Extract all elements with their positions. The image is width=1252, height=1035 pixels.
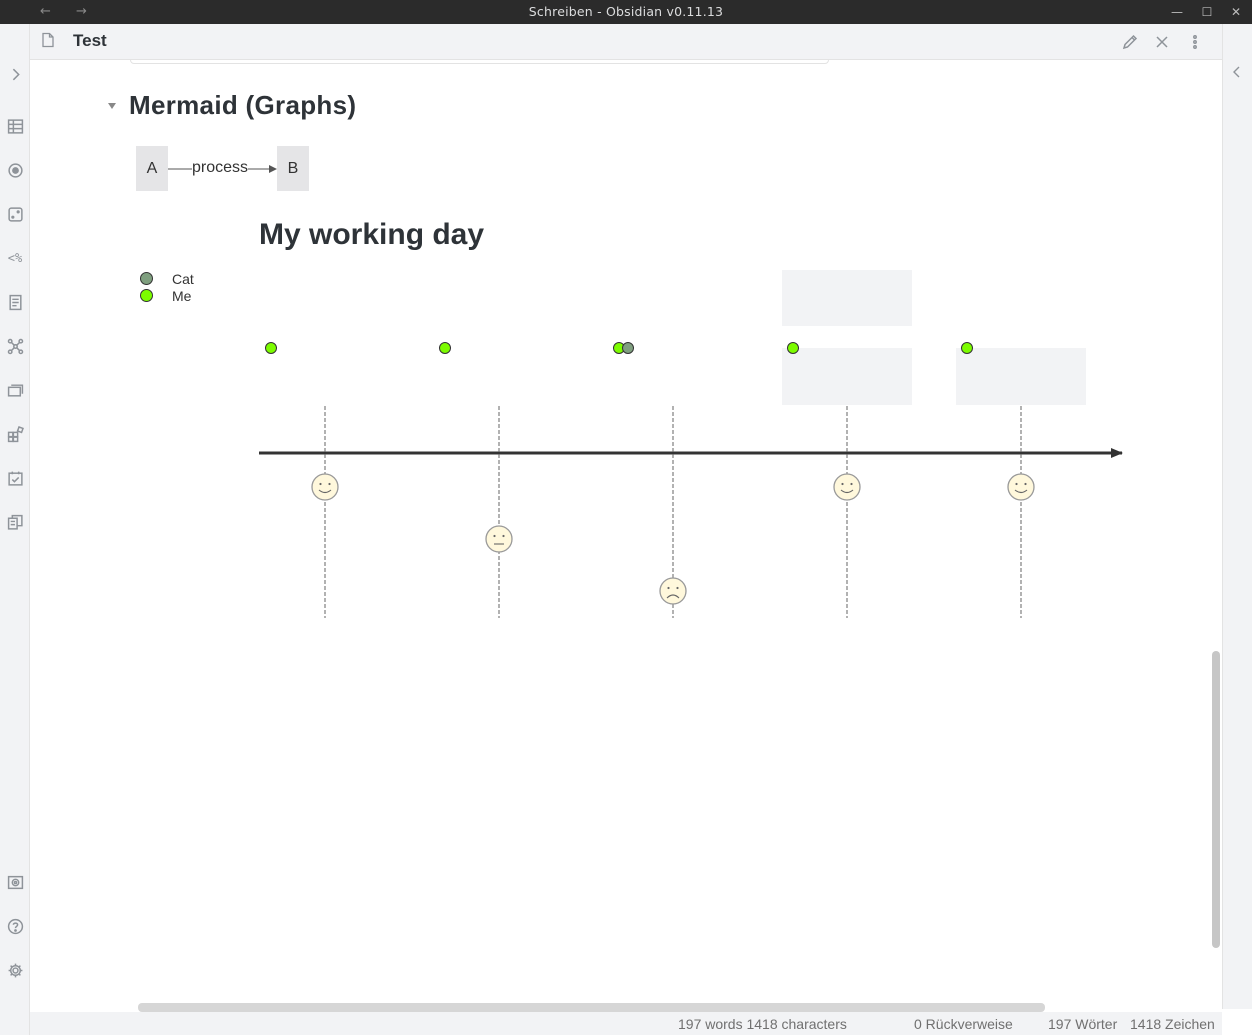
minimize-icon[interactable]: — — [1165, 0, 1189, 24]
journey-diagram — [259, 270, 1123, 618]
window-title: Schreiben - Obsidian v0.11.13 — [528, 4, 724, 19]
help-icon[interactable] — [5, 916, 25, 936]
right-sidebar-collapsed — [1222, 24, 1252, 1009]
status-words-de: 197 Wörter — [1048, 1016, 1118, 1032]
window-titlebar: ← → Schreiben - Obsidian v0.11.13 — ☐ ✕ — [0, 0, 1252, 24]
journey-score-face — [833, 473, 861, 501]
view-title[interactable]: Test — [73, 24, 107, 59]
journey-section-box-upper — [782, 270, 912, 326]
vertical-scrollbar[interactable] — [1212, 651, 1220, 948]
journey-actor-dot — [622, 342, 634, 354]
page-preview-icon[interactable] — [5, 292, 25, 312]
copy-note-icon[interactable] — [5, 512, 25, 532]
expand-sidebar-icon[interactable] — [5, 64, 25, 84]
journey-score-face — [485, 525, 513, 553]
status-chars-de: 1418 Zeichen — [1130, 1016, 1215, 1032]
status-backlinks[interactable]: 0 Rückverweise — [914, 1016, 1013, 1032]
expand-right-sidebar-icon[interactable] — [1229, 64, 1247, 82]
journey-actor-dot — [961, 342, 973, 354]
table-icon[interactable] — [5, 116, 25, 136]
journey-score-face — [311, 473, 339, 501]
journey-actor-dot — [265, 342, 277, 354]
edit-pencil-icon[interactable] — [1120, 32, 1140, 52]
left-ribbon: <% — [0, 24, 30, 1035]
journey-task-box-4 — [782, 348, 912, 405]
journey-score-face — [1007, 473, 1035, 501]
document-icon[interactable] — [40, 32, 58, 50]
status-bar: 197 words 1418 characters 0 Rückverweise… — [30, 1012, 1222, 1035]
more-options-icon[interactable] — [1185, 32, 1205, 52]
graph-view-icon[interactable] — [5, 336, 25, 356]
journey-actor-dot — [787, 342, 799, 354]
graph-focus-icon[interactable] — [5, 160, 25, 180]
close-pane-icon[interactable] — [1152, 32, 1172, 52]
journey-score-face — [659, 577, 687, 605]
dice-icon[interactable] — [5, 204, 25, 224]
close-window-icon[interactable]: ✕ — [1224, 0, 1248, 24]
view-header: Test — [30, 24, 1222, 60]
status-word-count: 197 words 1418 characters — [678, 1016, 847, 1032]
template-icon[interactable]: <% — [5, 248, 25, 268]
settings-icon[interactable] — [5, 960, 25, 980]
slides-icon[interactable] — [5, 380, 25, 400]
daily-note-icon[interactable] — [5, 468, 25, 488]
journey-actor-dot — [439, 342, 451, 354]
plugins-icon[interactable] — [5, 424, 25, 444]
note-content: Mermaid (Graphs) A process B My working … — [30, 60, 1222, 1005]
horizontal-scrollbar[interactable] — [138, 1003, 1045, 1012]
journey-task-box-5 — [956, 348, 1086, 405]
vault-icon[interactable] — [5, 872, 25, 892]
maximize-icon[interactable]: ☐ — [1195, 0, 1219, 24]
